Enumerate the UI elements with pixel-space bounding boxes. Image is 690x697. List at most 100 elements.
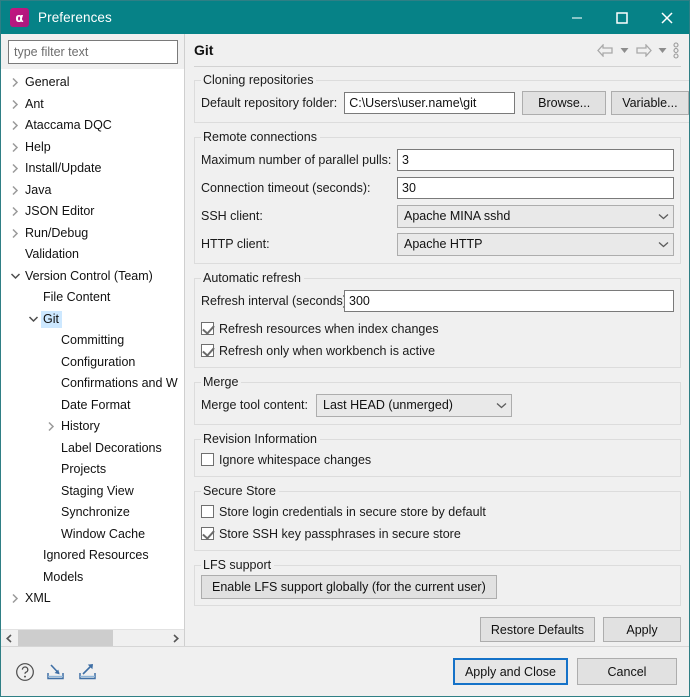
import-icon[interactable] xyxy=(45,662,67,682)
sidebar-item-label: History xyxy=(59,418,103,435)
sidebar-item-label: Ant xyxy=(23,96,47,113)
sidebar-item-ignored-resources[interactable]: Ignored Resources xyxy=(1,545,184,567)
http-client-dropdown[interactable]: Apache HTTP xyxy=(397,233,674,256)
dialog-footer: Apply and Close Cancel xyxy=(1,646,689,696)
refresh-when-active-checkbox-row[interactable]: Refresh only when workbench is active xyxy=(201,340,674,361)
sidebar-item-models[interactable]: Models xyxy=(1,567,184,589)
chevron-down-icon[interactable] xyxy=(25,315,41,323)
ignore-whitespace-checkbox-row[interactable]: Ignore whitespace changes xyxy=(201,449,674,470)
chevron-right-icon[interactable] xyxy=(7,593,23,604)
sidebar-item-label-decorations[interactable]: Label Decorations xyxy=(1,438,184,460)
refresh-on-index-change-checkbox-row[interactable]: Refresh resources when index changes xyxy=(201,318,674,339)
ssh-client-dropdown[interactable]: Apache MINA sshd xyxy=(397,205,674,228)
page-nav-toolbar xyxy=(595,42,681,59)
sidebar-item-committing[interactable]: Committing xyxy=(1,330,184,352)
filter-area xyxy=(1,34,184,69)
merge-tool-content-dropdown[interactable]: Last HEAD (unmerged) xyxy=(316,394,512,417)
chevron-right-icon[interactable] xyxy=(7,185,23,196)
chevron-left-icon[interactable] xyxy=(1,630,18,646)
store-login-credentials-checkbox-row[interactable]: Store login credentials in secure store … xyxy=(201,501,674,522)
group-merge: Merge Merge tool content: Last HEAD (unm… xyxy=(194,375,681,425)
http-client-row: HTTP client: Apache HTTP xyxy=(201,231,674,257)
group-revision-information: Revision Information Ignore whitespace c… xyxy=(194,432,681,477)
sidebar-item-xml[interactable]: XML xyxy=(1,588,184,610)
refresh-on-index-change-checkbox[interactable] xyxy=(201,322,214,335)
sidebar-item-version-control-team[interactable]: Version Control (Team) xyxy=(1,266,184,288)
sidebar-item-label: Projects xyxy=(59,461,109,478)
sidebar-item-synchronize[interactable]: Synchronize xyxy=(1,502,184,524)
sidebar-item-general[interactable]: General xyxy=(1,72,184,94)
sidebar-item-ataccama-dqc[interactable]: Ataccama DQC xyxy=(1,115,184,137)
store-login-credentials-checkbox[interactable] xyxy=(201,505,214,518)
chevron-right-icon[interactable] xyxy=(7,206,23,217)
chevron-right-icon[interactable] xyxy=(7,99,23,110)
apply-and-close-button[interactable]: Apply and Close xyxy=(453,658,568,685)
sidebar-item-file-content[interactable]: File Content xyxy=(1,287,184,309)
chevron-right-icon[interactable] xyxy=(7,77,23,88)
forward-arrow-icon[interactable] xyxy=(633,44,654,57)
sidebar-item-json-editor[interactable]: JSON Editor xyxy=(1,201,184,223)
tree-horizontal-scrollbar[interactable] xyxy=(1,629,184,646)
chevron-down-icon[interactable] xyxy=(618,47,631,54)
sidebar-item-label: Confirmations and W xyxy=(59,375,181,392)
search-input[interactable] xyxy=(8,40,178,64)
apply-button[interactable]: Apply xyxy=(603,617,681,642)
cancel-button[interactable]: Cancel xyxy=(577,658,677,685)
chevron-down-icon xyxy=(658,213,669,220)
sidebar-item-label: Ignored Resources xyxy=(41,547,152,564)
help-question-icon[interactable] xyxy=(15,662,35,682)
sidebar-item-validation[interactable]: Validation xyxy=(1,244,184,266)
sidebar-item-ant[interactable]: Ant xyxy=(1,94,184,116)
sidebar-item-date-format[interactable]: Date Format xyxy=(1,395,184,417)
minimize-icon[interactable] xyxy=(554,1,599,34)
parallel-pulls-row: Maximum number of parallel pulls: xyxy=(201,147,674,173)
preference-tree[interactable]: General Ant Ataccama DQCHelpInstall/Update… xyxy=(1,69,184,629)
sidebar-item-projects[interactable]: Projects xyxy=(1,459,184,481)
sidebar-item-confirmations-and-w[interactable]: Confirmations and W xyxy=(1,373,184,395)
window-title-bar: α Preferences xyxy=(1,1,689,34)
sidebar-item-install-update[interactable]: Install/Update xyxy=(1,158,184,180)
close-icon[interactable] xyxy=(644,1,689,34)
export-icon[interactable] xyxy=(77,662,99,682)
default-repo-folder-row: Default repository folder: Browse... Var… xyxy=(201,90,689,116)
back-arrow-icon[interactable] xyxy=(595,44,616,57)
maximize-icon[interactable] xyxy=(599,1,644,34)
store-ssh-passphrases-checkbox-row[interactable]: Store SSH key passphrases in secure stor… xyxy=(201,523,674,544)
chevron-right-icon[interactable] xyxy=(7,142,23,153)
lfs-enable-row: Enable LFS support globally (for the cur… xyxy=(201,575,674,599)
sidebar-item-git[interactable]: Git xyxy=(1,309,184,331)
chevron-right-icon[interactable] xyxy=(7,163,23,174)
sidebar-item-java[interactable]: Java xyxy=(1,180,184,202)
sidebar-item-window-cache[interactable]: Window Cache xyxy=(1,524,184,546)
variable-button[interactable]: Variable... xyxy=(611,91,688,115)
sidebar-item-label: XML xyxy=(23,590,54,607)
chevron-right-icon[interactable] xyxy=(7,120,23,131)
chevron-down-icon[interactable] xyxy=(656,47,669,54)
restore-defaults-button[interactable]: Restore Defaults xyxy=(480,617,595,642)
scroll-track[interactable] xyxy=(18,630,167,646)
sidebar-item-history[interactable]: History xyxy=(1,416,184,438)
chevron-right-icon[interactable] xyxy=(7,228,23,239)
browse-button[interactable]: Browse... xyxy=(522,91,606,115)
sidebar-item-staging-view[interactable]: Staging View xyxy=(1,481,184,503)
connection-timeout-input[interactable] xyxy=(397,177,674,199)
store-ssh-passphrases-checkbox[interactable] xyxy=(201,527,214,540)
chevron-down-icon[interactable] xyxy=(7,272,23,280)
chevron-right-icon[interactable] xyxy=(167,630,184,646)
group-legend: Automatic refresh xyxy=(201,271,304,285)
store-ssh-passphrases-label: Store SSH key passphrases in secure stor… xyxy=(219,527,461,541)
enable-lfs-support-button[interactable]: Enable LFS support globally (for the cur… xyxy=(201,575,497,599)
scroll-thumb[interactable] xyxy=(18,630,113,646)
vertical-dots-icon[interactable] xyxy=(671,42,681,59)
sidebar-item-run-debug[interactable]: Run/Debug xyxy=(1,223,184,245)
sidebar-item-help[interactable]: Help xyxy=(1,137,184,159)
refresh-when-active-checkbox[interactable] xyxy=(201,344,214,357)
ignore-whitespace-checkbox[interactable] xyxy=(201,453,214,466)
group-legend: Revision Information xyxy=(201,432,320,446)
sidebar-item-configuration[interactable]: Configuration xyxy=(1,352,184,374)
default-repo-folder-label: Default repository folder: xyxy=(201,96,337,110)
chevron-right-icon[interactable] xyxy=(43,421,59,432)
default-repo-folder-input[interactable] xyxy=(344,92,515,114)
parallel-pulls-input[interactable] xyxy=(397,149,674,171)
refresh-interval-input[interactable] xyxy=(344,290,674,312)
